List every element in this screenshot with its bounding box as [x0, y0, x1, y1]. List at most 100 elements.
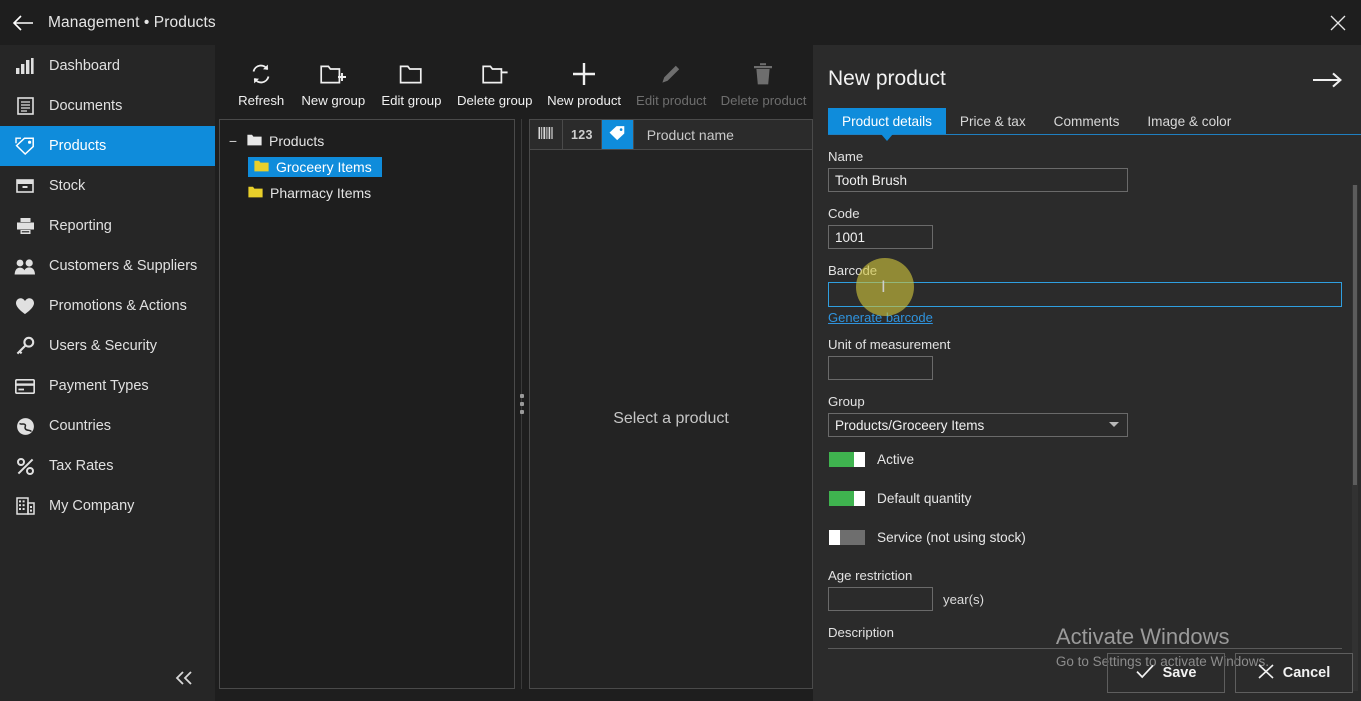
save-button-label: Save	[1162, 665, 1197, 681]
barcode-input[interactable]	[828, 282, 1342, 307]
product-list-body[interactable]: Select a product	[530, 150, 812, 688]
tree-row-pharmacy-items[interactable]: Pharmacy Items	[220, 180, 514, 206]
refresh-button[interactable]: Refresh	[229, 51, 293, 117]
sidebar-item-label: Countries	[49, 418, 112, 434]
edit-group-button[interactable]: Edit group	[373, 51, 450, 117]
product-list-header: 123 Product name	[530, 120, 812, 150]
sidebar-item-customers-suppliers[interactable]: Customers & Suppliers	[0, 246, 215, 286]
product-detail-panel: New product Product details Price & tax …	[813, 45, 1361, 701]
back-button[interactable]	[0, 0, 46, 45]
chevron-down-icon[interactable]	[1109, 422, 1119, 427]
tree-row-groceery-items[interactable]: Groceery Items	[220, 154, 514, 180]
sidebar-nav-list: Dashboard Documents Products Stock Repor…	[0, 45, 215, 655]
sidebar-item-documents[interactable]: Documents	[0, 86, 215, 126]
plus-icon	[571, 57, 597, 91]
sidebar-item-dashboard[interactable]: Dashboard	[0, 46, 215, 86]
sidebar-collapse-button[interactable]	[0, 655, 215, 701]
edit-product-button[interactable]: Edit product	[628, 51, 714, 117]
column-header-code[interactable]: 123	[563, 120, 602, 149]
name-input[interactable]	[828, 168, 1128, 192]
sidebar-item-label: Promotions & Actions	[49, 298, 187, 314]
column-header-barcode[interactable]	[530, 120, 563, 149]
field-default-quantity: Default quantity	[828, 490, 1361, 507]
default-quantity-toggle[interactable]	[828, 490, 866, 507]
field-code: Code	[828, 206, 1361, 249]
toolbar-button-label: Refresh	[238, 93, 285, 108]
sidebar-item-reporting[interactable]: Reporting	[0, 206, 215, 246]
toolbar-button-label: Edit product	[636, 93, 707, 108]
service-toggle[interactable]	[828, 529, 866, 546]
sidebar-item-users-security[interactable]: Users & Security	[0, 326, 215, 366]
tree-root-label: Products	[269, 133, 325, 149]
generate-barcode-link[interactable]: Generate barcode	[828, 310, 933, 325]
cancel-button[interactable]: Cancel	[1235, 653, 1353, 693]
active-label: Active	[877, 452, 915, 467]
building-icon	[14, 495, 36, 517]
tree-item-label: Groceery Items	[276, 159, 372, 175]
pencil-icon	[659, 57, 683, 91]
field-unit-of-measurement: Unit of measurement	[828, 337, 1361, 380]
new-group-button[interactable]: New group	[293, 51, 373, 117]
delete-product-button[interactable]: Delete product	[714, 51, 813, 117]
unit-input[interactable]	[828, 356, 933, 380]
code-label: Code	[828, 206, 860, 221]
age-restriction-row: year(s)	[828, 587, 1361, 611]
detail-forward-button[interactable]	[1313, 67, 1343, 94]
active-toggle[interactable]	[828, 451, 866, 468]
sidebar-item-my-company[interactable]: My Company	[0, 486, 215, 526]
tree-item-selected[interactable]: Groceery Items	[248, 157, 382, 177]
age-restriction-input[interactable]	[828, 587, 933, 611]
check-icon	[1135, 664, 1154, 683]
group-select-wrapper[interactable]	[828, 413, 1128, 437]
scrollbar-thumb[interactable]	[1353, 185, 1357, 485]
sidebar-item-tax-rates[interactable]: Tax Rates	[0, 446, 215, 486]
default-quantity-label: Default quantity	[877, 491, 972, 506]
app-window: Management • Products Dashboard Document…	[0, 0, 1361, 701]
folder-icon	[398, 57, 424, 91]
sidebar-item-promotions-actions[interactable]: Promotions & Actions	[0, 286, 215, 326]
toolbar-button-label: Delete product	[720, 93, 807, 108]
new-product-button[interactable]: New product	[540, 51, 629, 117]
barcode-icon	[538, 127, 554, 142]
field-active: Active	[828, 451, 1361, 468]
sidebar-item-label: Products	[49, 138, 107, 154]
tree-item-label: Pharmacy Items	[270, 185, 372, 201]
close-icon[interactable]	[1315, 0, 1361, 45]
delete-group-button[interactable]: Delete group	[450, 51, 540, 117]
sidebar-item-label: Stock	[49, 178, 86, 194]
tab-comments[interactable]: Comments	[1040, 108, 1134, 134]
field-barcode: Barcode Generate barcode	[828, 263, 1361, 327]
tab-price-tax[interactable]: Price & tax	[946, 108, 1040, 134]
sidebar-item-label: Reporting	[49, 218, 112, 234]
toolbar: Refresh New group Edit group Delete grou…	[215, 45, 813, 119]
tab-product-details[interactable]: Product details	[828, 108, 946, 141]
group-select[interactable]	[828, 413, 1128, 437]
sidebar-item-countries[interactable]: Countries	[0, 406, 215, 446]
product-list-panel: 123 Product name Select a product	[529, 119, 813, 689]
sidebar-item-label: My Company	[49, 498, 135, 514]
detail-title: New product	[828, 67, 946, 90]
tree-row-root[interactable]: − Products	[220, 128, 514, 154]
close-icon	[1258, 663, 1274, 683]
sidebar-item-stock[interactable]: Stock	[0, 166, 215, 206]
code-input[interactable]	[828, 225, 933, 249]
field-age-restriction: Age restriction year(s)	[828, 568, 1361, 611]
save-button[interactable]: Save	[1107, 653, 1225, 693]
pane-splitter[interactable]	[515, 119, 529, 689]
tab-image-color[interactable]: Image & color	[1133, 108, 1245, 134]
title-bar: Management • Products	[0, 0, 1361, 45]
heart-icon	[14, 295, 36, 317]
column-header-tag[interactable]	[601, 120, 634, 149]
column-header-product-name[interactable]: Product name	[634, 120, 812, 149]
sidebar-item-payment-types[interactable]: Payment Types	[0, 366, 215, 406]
sidebar-item-label: Documents	[49, 98, 123, 114]
detail-scrollbar[interactable]	[1352, 185, 1358, 691]
description-input[interactable]	[828, 648, 1342, 649]
sidebar-item-products[interactable]: Products	[0, 126, 215, 166]
sidebar-item-label: Users & Security	[49, 338, 157, 354]
splitter-grip[interactable]	[520, 394, 524, 414]
tag-icon	[608, 125, 626, 144]
tree-expander-icon[interactable]: −	[226, 133, 240, 149]
folder-minus-icon	[482, 57, 508, 91]
main-body: Dashboard Documents Products Stock Repor…	[0, 45, 1361, 701]
